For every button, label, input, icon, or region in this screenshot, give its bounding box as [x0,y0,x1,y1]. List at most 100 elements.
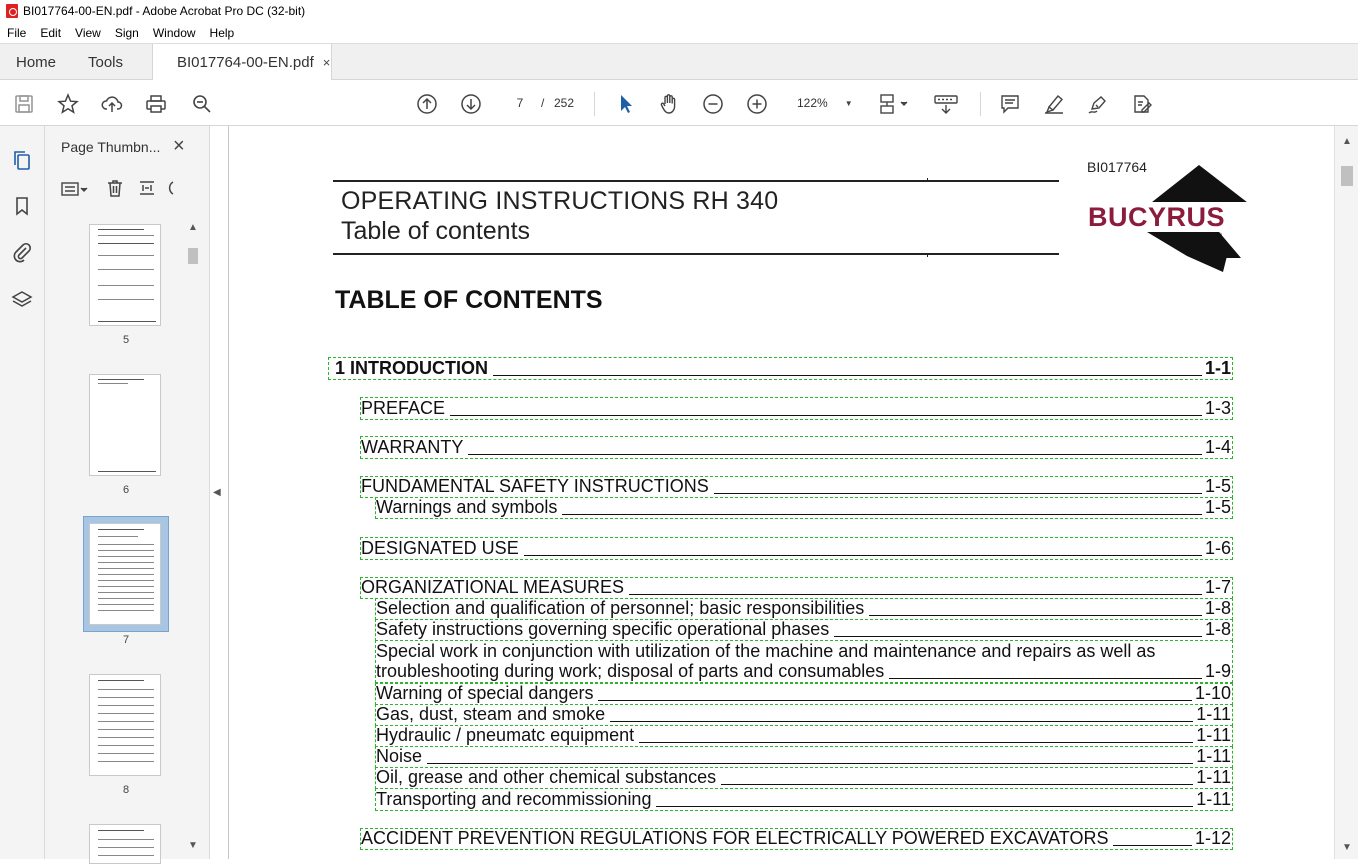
zoom-in-icon[interactable] [745,92,769,116]
page-total: 252 [554,96,575,110]
toc-entry[interactable]: WARRANTY 1-4 [360,436,1233,459]
toc-leader [869,615,1202,616]
collapse-panel-icon[interactable]: ◀ [213,487,221,498]
toc-entry-text: Transporting and recommissioning [376,789,652,809]
rotate-icon[interactable] [165,178,175,201]
highlight-pen-icon[interactable] [1042,92,1066,116]
document-view[interactable]: BI017764 OPERATING INSTRUCTIONS RH 340 T… [228,126,1334,859]
toc-entry-page: 1-11 [1196,746,1231,766]
toc-entry-page: 1-11 [1196,767,1231,787]
toc-entry-page: 1-10 [1194,683,1231,703]
toc-entry-page: 1-5 [1204,476,1231,496]
page-number-input[interactable] [504,92,536,114]
thumbnail-page-number: 5 [122,334,130,346]
star-icon[interactable] [56,92,80,116]
menu-sign[interactable]: Sign [115,26,139,40]
panel-tools [59,176,175,202]
toc-entry-page: 1-11 [1196,725,1231,745]
upload-cloud-icon[interactable] [100,92,124,116]
menu-view[interactable]: View [75,26,101,40]
zoom-select[interactable]: 122% ▼ [790,92,856,114]
menu-edit[interactable]: Edit [40,26,61,40]
toc-entry[interactable]: Special work in conjunction with utiliza… [375,640,1233,683]
toc-entry[interactable]: Noise 1-11 [375,746,1233,768]
header-rule [333,253,1059,255]
thumbnail-scrollbar[interactable]: ▲ ▼ [184,218,202,858]
trash-icon[interactable] [105,178,125,201]
scroll-up-icon[interactable]: ▲ [188,222,198,233]
close-panel-icon[interactable]: × [173,135,185,158]
toc-entry[interactable]: ORGANIZATIONAL MEASURES 1-7 [360,577,1233,599]
toc-leader [713,493,1202,494]
sign-pen-icon[interactable] [1086,92,1110,116]
scroll-down-icon[interactable]: ▼ [188,840,198,851]
keyboard-scroll-icon[interactable] [932,92,960,116]
toc-leader [889,678,1202,679]
extract-pages-icon[interactable] [137,178,157,201]
zoom-search-icon[interactable] [190,92,214,116]
tab-home[interactable]: Home [16,44,56,80]
thumbnail-options-icon[interactable] [59,180,89,198]
toc-entry[interactable]: Gas, dust, steam and smoke 1-11 [375,704,1233,726]
toc-entry[interactable]: PREFACE 1-3 [360,397,1233,420]
document-header-title: OPERATING INSTRUCTIONS RH 340 [341,187,779,215]
edit-document-icon[interactable] [1130,92,1154,116]
scroll-thumb[interactable] [188,248,198,264]
document-scrollbar[interactable]: ▲ ▼ [1334,126,1358,859]
tab-tools[interactable]: Tools [88,44,123,80]
scroll-thumb[interactable] [1341,166,1353,186]
page-thumbnail[interactable] [89,824,161,864]
scroll-down-icon[interactable]: ▼ [1342,842,1352,853]
toc-entry[interactable]: Hydraulic / pneumatc equipment 1-11 [375,725,1233,747]
page-thumbnail[interactable] [89,374,161,476]
page-thumbnail[interactable] [89,224,161,326]
select-cursor-icon[interactable] [614,92,638,116]
page-fit-icon[interactable] [876,92,912,116]
toc-leader [834,636,1202,637]
toc-entry-text: PREFACE [361,398,446,418]
acrobat-icon [6,4,18,18]
tab-document[interactable]: BI017764-00-EN.pdf × [152,44,332,80]
layers-icon[interactable] [10,288,34,312]
toc-leader [610,721,1194,722]
toc-leader [656,806,1194,807]
toc-entry[interactable]: Oil, grease and other chemical substance… [375,767,1233,789]
page-thumbnail-current[interactable] [89,523,161,625]
header-rule [333,180,1059,182]
menu-window[interactable]: Window [153,26,196,40]
attachment-icon[interactable] [10,240,34,264]
toc-entry-page: 1-11 [1196,704,1231,724]
toc-entry[interactable]: 1 INTRODUCTION 1-1 [328,357,1233,380]
toc-entry[interactable]: ACCIDENT PREVENTION REGULATIONS FOR ELEC… [360,828,1233,850]
bookmark-icon[interactable] [10,194,34,218]
toc-entry[interactable]: Transporting and recommissioning 1-11 [375,788,1233,811]
toc-entry[interactable]: Warning of special dangers 1-10 [375,683,1233,705]
zoom-out-icon[interactable] [701,92,725,116]
menu-file[interactable]: File [7,26,26,40]
page-thumbnail[interactable] [89,674,161,776]
previous-page-icon[interactable] [415,92,439,116]
toc-entry-page: 1-8 [1204,619,1231,639]
page-thumbnails-icon[interactable] [10,148,34,172]
toc-entry-text: Selection and qualification of personnel… [376,598,865,618]
hand-tool-icon[interactable] [657,92,681,116]
toc-entry[interactable]: Safety instructions governing specific o… [375,619,1233,641]
bucyrus-logo: BUCYRUS ® [1087,165,1263,272]
menu-help[interactable]: Help [210,26,235,40]
comment-icon[interactable] [998,92,1022,116]
toc-entry[interactable]: Selection and qualification of personnel… [375,598,1233,620]
close-tab-icon[interactable]: × [323,55,331,70]
toc-entry-page: 1-6 [1204,538,1231,558]
toc-entry-page: 1-8 [1204,598,1231,618]
title-bar: BI017764-00-EN.pdf - Adobe Acrobat Pro D… [0,0,1358,22]
zoom-value: 122% [797,96,828,110]
thumbnail-page-number: 7 [122,634,130,646]
toc-entry-page: 1-3 [1204,398,1231,418]
save-icon[interactable] [12,92,36,116]
toc-entry[interactable]: DESIGNATED USE 1-6 [360,537,1233,560]
scroll-up-icon[interactable]: ▲ [1342,136,1352,147]
print-icon[interactable] [144,92,168,116]
next-page-icon[interactable] [459,92,483,116]
toc-entry[interactable]: FUNDAMENTAL SAFETY INSTRUCTIONS 1-5 [360,476,1233,498]
toc-entry[interactable]: Warnings and symbols 1-5 [375,497,1233,519]
